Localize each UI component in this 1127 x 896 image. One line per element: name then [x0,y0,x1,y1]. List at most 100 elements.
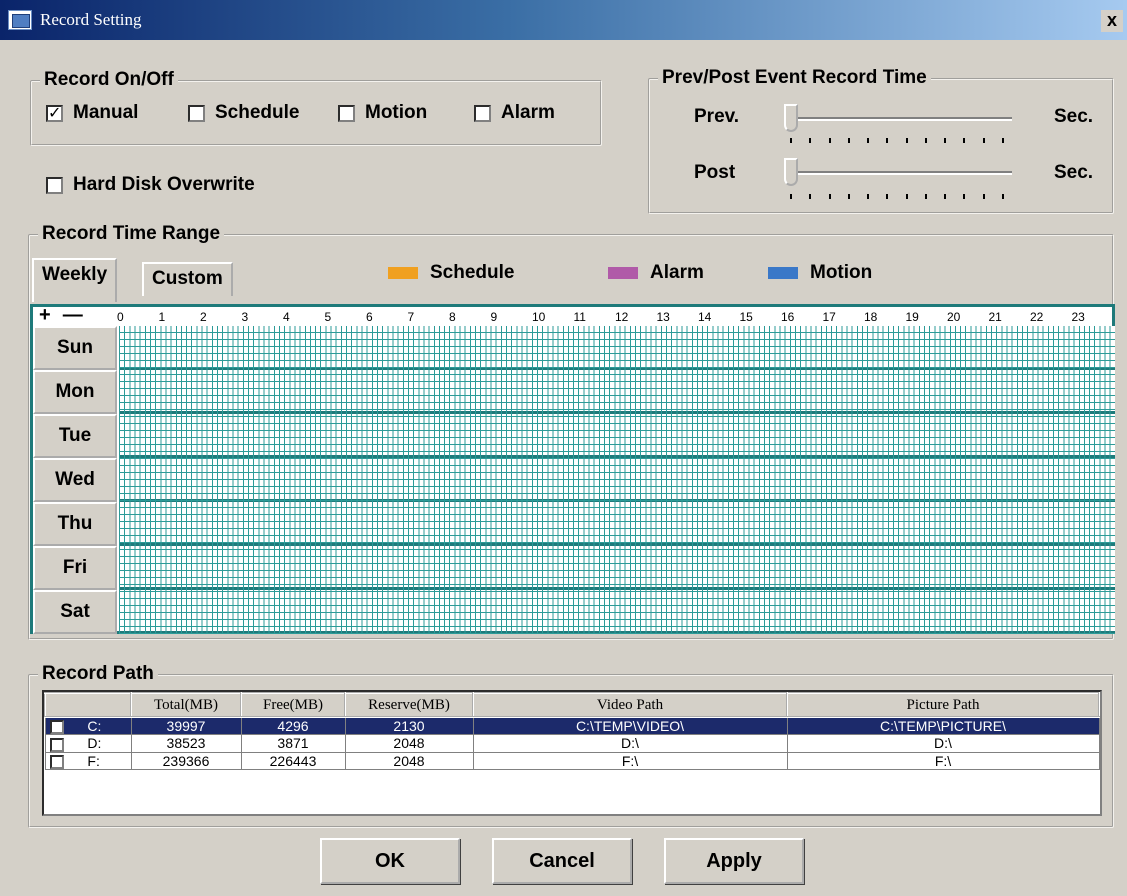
col-total[interactable]: Total(MB) [130,692,242,718]
day-sat[interactable]: Sat [33,590,117,634]
row-check-icon[interactable] [49,718,65,738]
hour-label: 0 [117,310,124,324]
drive-letter: D: [87,735,102,752]
legend-schedule: Schedule [388,262,514,284]
total-cell: 38523 [130,734,242,753]
col-picture[interactable]: Picture Path [786,692,1100,718]
alarm-checkbox[interactable]: Alarm [474,102,555,124]
hour-label: 12 [615,310,629,324]
hour-label: 22 [1030,310,1044,324]
manual-checkbox[interactable]: Manual [46,102,138,124]
post-slider-thumb[interactable] [784,158,798,186]
prev-label: Prev. [694,106,740,127]
col-drive[interactable] [44,692,132,718]
hour-label: 23 [1071,310,1085,324]
hour-header: 0 1 2 3 4 5 6 7 8 9 10 11 12 13 14 15 16 17 18 19 20 21 22 23 [117,308,1115,325]
event-time-legend: Prev/Post Event Record Time [658,67,931,89]
post-slider-track[interactable] [786,171,1012,175]
total-cell: 39997 [130,716,242,736]
window-title: Record Setting [40,10,142,29]
prev-slider-thumb[interactable] [784,104,798,132]
prev-slider-track[interactable] [786,117,1012,121]
motion-checkbox[interactable]: Motion [338,102,427,124]
close-icon[interactable]: x [1101,10,1123,32]
reserve-cell[interactable]: 2048 [344,751,474,770]
reserve-cell[interactable]: 2048 [344,734,474,753]
title-bar: Record Setting x [0,0,1127,40]
drive-letter: C: [87,718,102,734]
day-fri[interactable]: Fri [33,546,117,590]
table-row[interactable]: D: 38523 3871 2048 D:\ D:\ [44,734,1100,753]
hour-label: 20 [947,310,961,324]
hour-label: 8 [449,310,456,324]
schedule-swatch [388,267,418,279]
hour-label: 13 [656,310,670,324]
manual-check-icon[interactable] [46,103,63,123]
table-row[interactable]: C: 39997 4296 2130 C:\TEMP\VIDEO\ C:\TEM… [44,716,1100,738]
drive-letter: F: [87,752,100,769]
hour-label: 19 [905,310,919,324]
schedule-cells[interactable] [119,326,1115,634]
post-label: Post [694,162,736,183]
col-video[interactable]: Video Path [472,692,788,718]
day-wed[interactable]: Wed [33,458,117,502]
picture-path-cell[interactable]: C:\TEMP\PICTURE\ [786,716,1100,736]
legend-schedule-label: Schedule [430,262,515,283]
motion-check-icon[interactable] [338,104,355,122]
hour-label: 6 [366,310,373,324]
video-path-cell[interactable]: D:\ [472,734,788,753]
plus-icon[interactable]: + [39,305,51,325]
prev-slider-ticks [790,138,1004,146]
col-reserve[interactable]: Reserve(MB) [344,692,474,718]
app-icon [8,10,32,30]
schedule-check-icon[interactable] [188,104,205,122]
alarm-label: Alarm [501,102,555,123]
record-path-table: Total(MB) Free(MB) Reserve(MB) Video Pat… [44,692,1100,770]
apply-button[interactable]: Apply [664,838,804,884]
hour-label: 18 [864,310,878,324]
schedule-grid[interactable]: + — 0 1 2 3 4 5 6 7 8 9 10 11 12 13 14 15 16 17 18 19 20 21 22… [30,304,1115,634]
ok-button[interactable]: OK [320,838,460,884]
drive-cell[interactable]: F: [44,751,132,770]
day-mon[interactable]: Mon [33,370,117,414]
day-tue[interactable]: Tue [33,414,117,458]
table-row[interactable]: F: 239366 226443 2048 F:\ F:\ [44,751,1100,770]
record-path-table-wrap: Total(MB) Free(MB) Reserve(MB) Video Pat… [42,690,1102,816]
post-unit: Sec. [1054,162,1094,183]
picture-path-cell[interactable]: D:\ [786,734,1100,753]
hour-label: 15 [739,310,753,324]
hour-label: 11 [573,310,586,324]
row-check-icon[interactable] [49,754,64,769]
day-sun[interactable]: Sun [33,326,117,370]
hour-label: 16 [781,310,795,324]
alarm-check-icon[interactable] [474,104,491,122]
hour-label: 2 [200,310,207,324]
col-free[interactable]: Free(MB) [240,692,346,718]
record-path-legend: Record Path [38,663,158,685]
schedule-label: Schedule [215,102,300,123]
reserve-cell[interactable]: 2130 [344,716,474,736]
video-path-cell[interactable]: C:\TEMP\VIDEO\ [472,716,788,736]
free-cell: 4296 [240,716,346,736]
row-check-icon[interactable] [49,737,64,752]
hour-label: 17 [822,310,836,324]
legend-alarm: Alarm [608,262,704,284]
tab-custom[interactable]: Custom [142,262,233,296]
video-path-cell[interactable]: F:\ [472,751,788,770]
overwrite-check-icon[interactable] [46,176,63,194]
hour-label: 4 [283,310,290,324]
manual-label: Manual [73,102,139,123]
legend-motion: Motion [768,262,872,284]
cancel-button[interactable]: Cancel [492,838,632,884]
schedule-checkbox[interactable]: Schedule [188,102,299,124]
post-slider-ticks [790,194,1004,202]
drive-cell[interactable]: C: [44,716,132,738]
total-cell: 239366 [130,751,242,770]
hard-disk-overwrite-checkbox[interactable]: Hard Disk Overwrite [46,174,255,196]
picture-path-cell[interactable]: F:\ [786,751,1100,770]
day-thu[interactable]: Thu [33,502,117,546]
minus-icon[interactable]: — [63,305,83,325]
hour-label: 14 [698,310,712,324]
tab-weekly[interactable]: Weekly [32,258,118,302]
drive-cell[interactable]: D: [44,734,132,753]
